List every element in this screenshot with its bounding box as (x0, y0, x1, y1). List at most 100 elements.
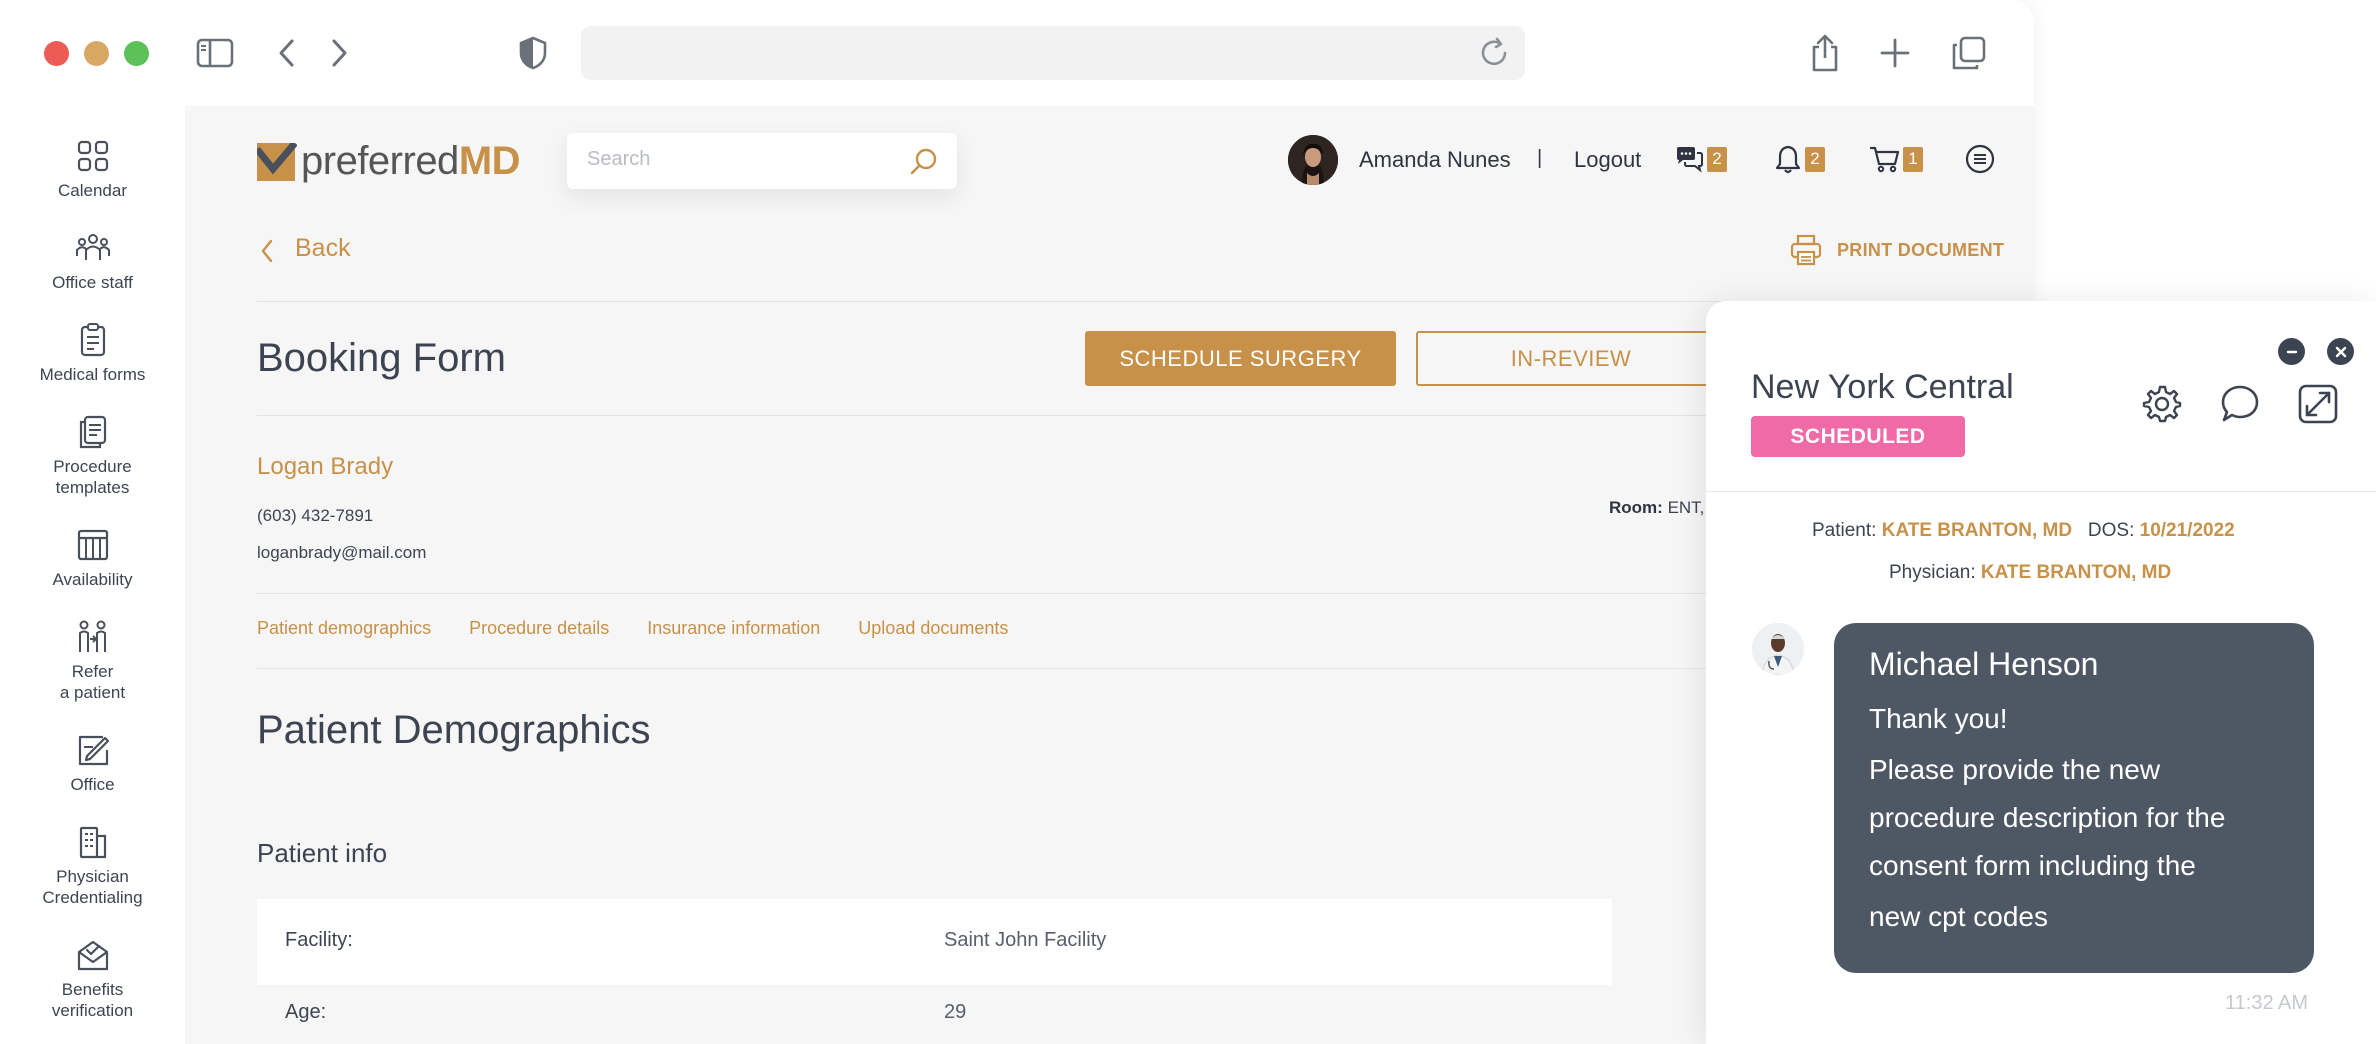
logo[interactable]: preferredMD (257, 139, 521, 184)
back-label: Back (295, 234, 351, 262)
message-bubble: Michael Henson Thank you! Please provide… (1834, 623, 2314, 973)
benefits-verification-icon (75, 937, 111, 973)
tab-patient-demographics[interactable]: Patient demographics (257, 618, 431, 639)
printer-icon (1790, 234, 1822, 266)
print-label: PRINT DOCUMENT (1837, 239, 2005, 260)
in-review-button[interactable]: IN-REVIEW (1416, 331, 1726, 386)
info-row-facility: Facility: Saint John Facility (257, 899, 1612, 985)
minus-icon (2286, 350, 2297, 353)
section-title: Patient Demographics (257, 708, 651, 752)
browser-back-icon[interactable] (266, 32, 308, 74)
search-input[interactable] (587, 148, 887, 171)
info-value: 29 (944, 1001, 967, 1023)
minimize-chat-button[interactable] (2278, 338, 2305, 365)
sidebar-item-availability[interactable]: Availability (0, 527, 185, 590)
sidebar-item-office[interactable]: Office (0, 732, 185, 795)
sidebar-item-medical-forms[interactable]: Medical forms (0, 322, 185, 385)
physician-label: Physician: (1889, 562, 1976, 583)
tab-insurance-information[interactable]: Insurance information (647, 618, 820, 639)
patient-phone: (603) 432-7891 (257, 506, 374, 525)
chat-physician-meta: Physician: KATE BRANTON, MD (1889, 562, 2171, 584)
office-icon (75, 732, 111, 768)
chat-divider (1706, 491, 2376, 492)
header-separator: | (1537, 147, 1543, 169)
settings-icon[interactable] (2141, 383, 2183, 425)
chat-title: New York Central (1751, 368, 2014, 406)
messages-count-badge: 2 (1707, 146, 1727, 172)
chat-bubbles-icon (1677, 147, 1703, 173)
back-link[interactable]: Back (257, 234, 351, 263)
refer-patient-icon (75, 619, 111, 655)
info-label: Facility: (285, 929, 353, 951)
share-icon[interactable] (1804, 32, 1846, 74)
address-bar[interactable] (581, 26, 1525, 80)
privacy-shield-icon[interactable] (512, 32, 554, 74)
maximize-window-button[interactable] (124, 41, 149, 66)
cart-button[interactable]: 1 (1870, 143, 1923, 175)
close-chat-button[interactable] (2327, 338, 2354, 365)
notifications-button[interactable]: 2 (1774, 143, 1825, 175)
expand-icon[interactable] (2297, 383, 2339, 425)
print-document-button[interactable]: PRINT DOCUMENT (1789, 234, 2004, 266)
sidebar-item-physician-credentialing[interactable]: Physician Credentialing (0, 824, 185, 908)
message-line: new cpt codes (1869, 901, 2048, 932)
sidebar-item-label: Refer a patient (59, 662, 126, 702)
sidebar-item-label: Procedure templates (53, 457, 132, 497)
physician-credentialing-icon (75, 824, 111, 860)
tab-procedure-details[interactable]: Procedure details (469, 618, 609, 639)
menu-button[interactable] (1965, 143, 1995, 175)
sidebar-item-label: Office (70, 775, 115, 794)
search-icon[interactable] (909, 147, 939, 177)
minimize-window-button[interactable] (84, 41, 109, 66)
sidebar-item-label: Benefits verification (51, 980, 134, 1020)
patient-name[interactable]: Logan Brady (257, 453, 393, 481)
new-tab-icon[interactable] (1874, 32, 1916, 74)
patient-label: Patient: (1812, 520, 1877, 541)
tab-overview-icon[interactable] (1948, 32, 1990, 74)
status-badge: SCHEDULED (1751, 416, 1965, 457)
subsection-title: Patient info (257, 838, 388, 868)
physician-value: KATE BRANTON, MD (1980, 562, 2172, 583)
cart-icon (1870, 146, 1900, 173)
tab-upload-documents[interactable]: Upload documents (858, 618, 1008, 639)
chat-panel: New York Central SCHEDULED Patient: KATE… (1706, 301, 2376, 1044)
room-label: Room: (1609, 498, 1663, 517)
menu-icon (1965, 144, 1995, 174)
info-label: Age: (285, 1001, 327, 1023)
cart-count-badge: 1 (1903, 146, 1923, 172)
sidebar-item-procedure-templates[interactable]: Procedure templates (0, 414, 185, 498)
logo-mark-icon (257, 142, 297, 181)
page-title: Booking Form (257, 336, 506, 380)
sidebar-item-office-staff[interactable]: Office staff (0, 230, 185, 293)
browser-forward-icon[interactable] (318, 32, 360, 74)
message-line: Thank you! (1869, 703, 2008, 734)
form-tabs: Patient demographics Procedure details I… (257, 618, 1046, 639)
notifications-count-badge: 2 (1805, 146, 1825, 172)
message-line: Please provide the new (1869, 754, 2161, 785)
sidebar-item-benefits-verification[interactable]: Benefits verification (0, 937, 185, 1021)
message-sender: Michael Henson (1869, 646, 2099, 682)
sender-avatar (1752, 623, 1804, 675)
chat-patient-meta: Patient: KATE BRANTON, MD DOS: 10/21/202… (1812, 520, 2235, 542)
sidebar-item-refer-patient[interactable]: Refer a patient (0, 619, 185, 703)
reload-icon[interactable] (1475, 34, 1513, 72)
info-row-age: Age: 29 (257, 999, 1612, 1044)
sidebar-toggle-icon[interactable] (194, 32, 236, 74)
message-timestamp: 11:32 AM (2225, 992, 2309, 1014)
calendar-grid-icon (75, 138, 111, 174)
chat-bubble-icon[interactable] (2219, 383, 2261, 425)
medical-forms-icon (75, 322, 111, 358)
user-avatar[interactable] (1288, 135, 1338, 185)
close-window-button[interactable] (44, 41, 69, 66)
room-info: Room: ENT, (1609, 498, 1704, 518)
sidebar-item-calendar[interactable]: Calendar (0, 138, 185, 201)
message-line: consent form including the (1869, 850, 2196, 881)
office-staff-icon (75, 230, 111, 266)
logout-link[interactable]: Logout (1574, 147, 1641, 173)
sidebar-item-label: Office staff (52, 273, 133, 292)
user-name[interactable]: Amanda Nunes (1359, 147, 1511, 173)
schedule-surgery-button[interactable]: SCHEDULE SURGERY (1085, 331, 1396, 386)
message-line: procedure description for the (1869, 802, 2226, 833)
messages-button[interactable]: 2 (1674, 143, 1727, 175)
browser-toolbar (0, 0, 2034, 106)
